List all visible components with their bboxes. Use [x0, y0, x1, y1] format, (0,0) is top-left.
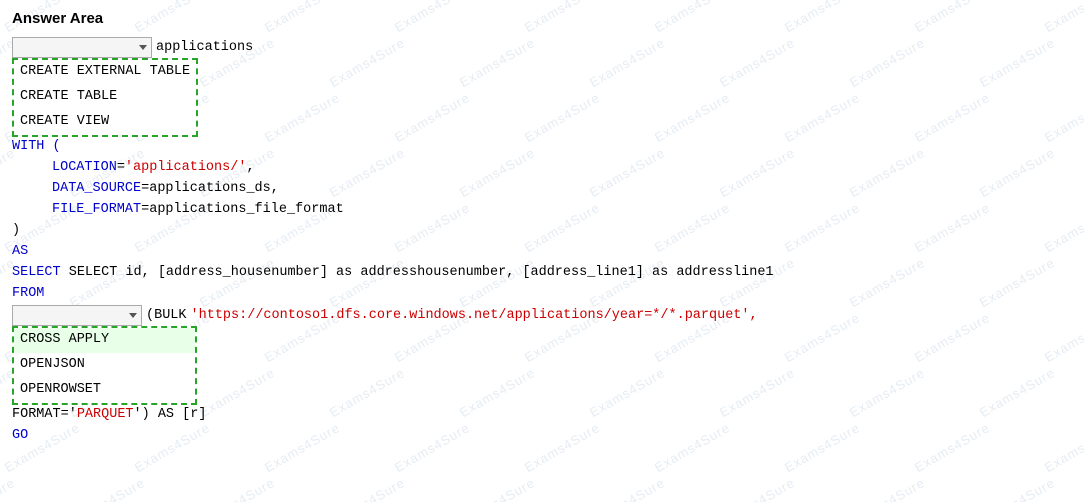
line-dropdown2-row: (BULK 'https://contoso1.dfs.core.windows…: [12, 305, 1072, 326]
go-keyword: GO: [12, 426, 28, 447]
line-datasource: DATA_SOURCE = applications_ds,: [12, 179, 1072, 200]
dropdown2-trigger[interactable]: [12, 305, 142, 326]
after-dropdown1-text: applications: [156, 37, 253, 58]
dropdown2-option-3[interactable]: OPENROWSET: [14, 378, 195, 403]
dropdown2-list: CROSS APPLY OPENJSON OPENROWSET: [12, 326, 197, 405]
chevron-down-icon: [139, 45, 147, 50]
line-dropdown1-open: CREATE EXTERNAL TABLE CREATE TABLE CREAT…: [12, 58, 1072, 137]
dropdown1-option-3[interactable]: CREATE VIEW: [14, 110, 196, 135]
answer-area-title: Answer Area: [12, 10, 1072, 27]
select-keyword: SELECT: [12, 263, 69, 284]
line-select: SELECT SELECT id, [address_housenumber] …: [12, 263, 1072, 284]
datasource-keyword: DATA_SOURCE: [52, 179, 141, 200]
dropdown1-trigger[interactable]: [12, 37, 152, 58]
fileformat-val: applications_file_format: [149, 200, 343, 221]
line-with: WITH (: [12, 137, 1072, 158]
line-dropdown1-row: applications: [12, 37, 1072, 58]
as-keyword: AS: [12, 242, 28, 263]
dropdown2-option-1[interactable]: CROSS APPLY: [14, 328, 195, 353]
dropdown1-list: CREATE EXTERNAL TABLE CREATE TABLE CREAT…: [12, 58, 198, 137]
with-keyword: WITH (: [12, 137, 61, 158]
dropdown1-option-2[interactable]: CREATE TABLE: [14, 85, 196, 110]
line-go: GO: [12, 426, 1072, 447]
bulk-open: (BULK: [146, 305, 187, 326]
datasource-eq: =: [141, 179, 149, 200]
dropdown1-option-1[interactable]: CREATE EXTERNAL TABLE: [14, 60, 196, 85]
line-as: AS: [12, 242, 1072, 263]
line-location: LOCATION = 'applications/' ,: [12, 158, 1072, 179]
location-keyword: LOCATION: [52, 158, 117, 179]
location-comma: ,: [246, 158, 254, 179]
page-content: Answer Area applications CREATE EXTERNAL…: [0, 0, 1084, 457]
line-fileformat: FILE_FORMAT = applications_file_format: [12, 200, 1072, 221]
format-suffix: ') AS [r]: [134, 405, 207, 426]
line-format: FORMAT=' PARQUET ') AS [r]: [12, 405, 1072, 426]
format-prefix: FORMAT=': [12, 405, 77, 426]
dropdown2-option-2[interactable]: OPENJSON: [14, 353, 195, 378]
line-close-paren: ): [12, 221, 1072, 242]
code-block: applications CREATE EXTERNAL TABLE CREAT…: [12, 37, 1072, 447]
fileformat-eq: =: [141, 200, 149, 221]
format-val: PARQUET: [77, 405, 134, 426]
from-keyword: FROM: [12, 284, 44, 305]
line-dropdown2-open: CROSS APPLY OPENJSON OPENROWSET: [12, 326, 1072, 405]
location-eq: =: [117, 158, 125, 179]
line-from: FROM: [12, 284, 1072, 305]
close-paren: ): [12, 221, 20, 242]
fileformat-keyword: FILE_FORMAT: [52, 200, 141, 221]
bulk-url: 'https://contoso1.dfs.core.windows.net/a…: [191, 305, 758, 326]
chevron-down-icon-2: [129, 313, 137, 318]
location-val: 'applications/': [125, 158, 247, 179]
datasource-val: applications_ds,: [149, 179, 279, 200]
select-content: SELECT id, [address_housenumber] as addr…: [69, 263, 774, 284]
